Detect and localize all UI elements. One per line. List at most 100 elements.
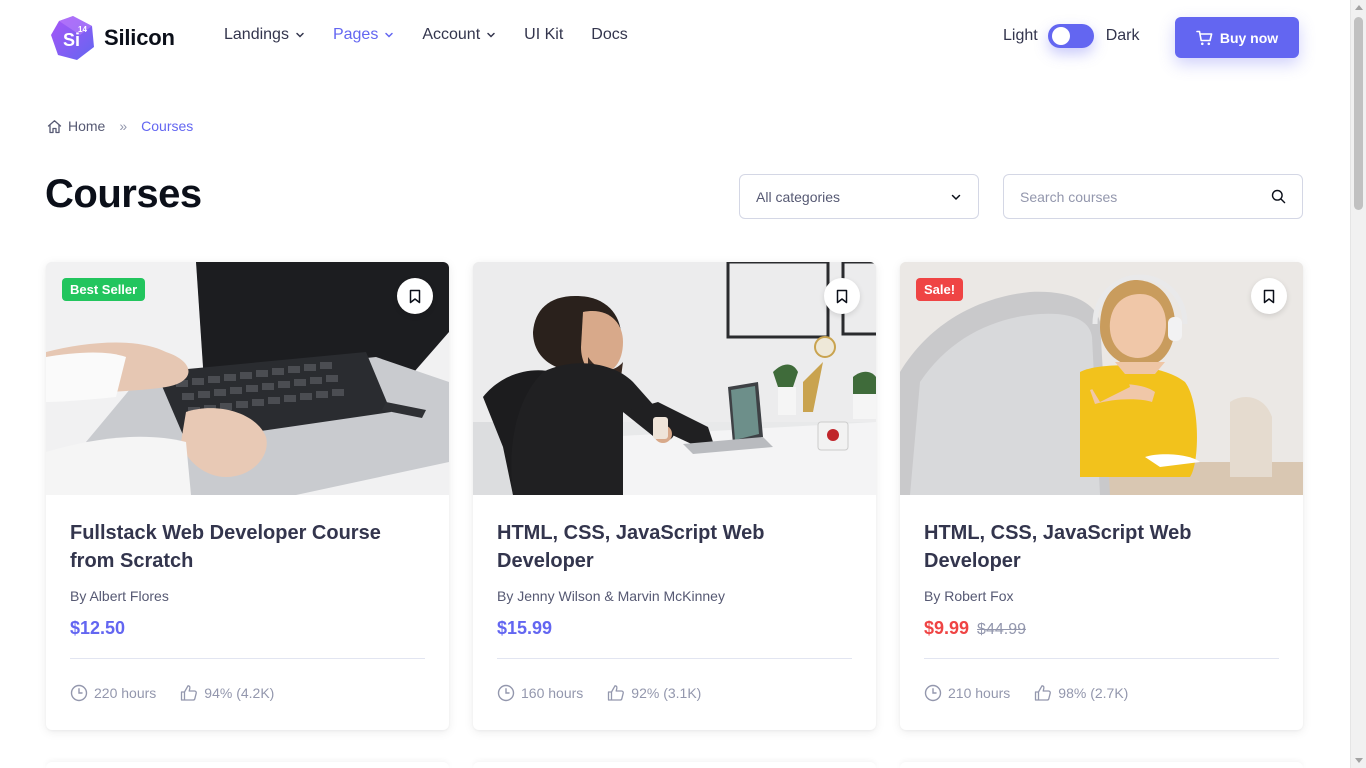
clock-icon bbox=[497, 684, 515, 702]
chevron-down-icon bbox=[951, 194, 961, 200]
sale-badge: Sale! bbox=[916, 278, 964, 301]
course-title[interactable]: HTML, CSS, JavaScript Web Developer bbox=[497, 519, 852, 575]
buy-now-button[interactable]: Buy now bbox=[1175, 17, 1299, 58]
course-hours: 220 hours bbox=[94, 685, 157, 701]
category-select-value: All categories bbox=[756, 188, 841, 205]
course-author: By Albert Flores bbox=[70, 588, 169, 604]
theme-toggle[interactable] bbox=[1047, 24, 1094, 48]
breadcrumb-home-label: Home bbox=[68, 118, 106, 134]
page-scrollbar[interactable] bbox=[1350, 0, 1366, 768]
course-rating-value: 94% (4.2K) bbox=[204, 685, 275, 701]
course-meta: 160 hours 92% (3.1K) bbox=[497, 684, 725, 702]
home-icon bbox=[47, 119, 62, 133]
bookmark-button[interactable] bbox=[824, 278, 860, 314]
bookmark-button[interactable] bbox=[1251, 278, 1287, 314]
theme-light-label: Light bbox=[1003, 27, 1038, 44]
course-card-body: Fullstack Web Developer Course from Scra… bbox=[46, 495, 449, 639]
course-image[interactable]: Best Seller bbox=[46, 262, 449, 495]
nav-item-ui-kit[interactable]: UI Kit bbox=[524, 26, 563, 44]
nav-item-label: Landings bbox=[224, 26, 289, 43]
course-card[interactable]: Sale! HTML, CSS, JavaScript Web Develope… bbox=[900, 262, 1303, 730]
theme-switcher: Light Dark bbox=[1003, 24, 1139, 48]
thumbs-up-icon bbox=[1035, 685, 1052, 701]
brand-name: Silicon bbox=[104, 25, 175, 50]
thumbs-up-icon bbox=[608, 685, 625, 701]
course-author: By Jenny Wilson & Marvin McKinney bbox=[497, 588, 725, 604]
search-input[interactable] bbox=[1020, 188, 1271, 205]
course-hours: 210 hours bbox=[948, 685, 1011, 701]
thumbs-up-icon bbox=[181, 685, 198, 701]
course-card-body: HTML, CSS, JavaScript Web Developer By R… bbox=[900, 495, 1303, 639]
category-select[interactable]: All categories bbox=[739, 174, 979, 219]
course-rating: 98% (2.7K) bbox=[1034, 684, 1128, 702]
course-card-next-row bbox=[473, 762, 876, 768]
search-icon[interactable] bbox=[1271, 189, 1286, 204]
nav-item-pages[interactable]: Pages bbox=[333, 26, 394, 44]
course-image[interactable] bbox=[473, 262, 876, 495]
chevron-down-icon bbox=[296, 32, 304, 38]
course-price: $15.99 bbox=[497, 618, 852, 639]
course-hours: 160 hours bbox=[521, 685, 584, 701]
breadcrumb-separator: » bbox=[119, 118, 128, 134]
nav-item-label: Pages bbox=[332, 26, 379, 43]
page-title: Courses bbox=[45, 172, 202, 216]
course-card-next-row bbox=[900, 762, 1303, 768]
logo-mark-icon: Si 14 bbox=[50, 15, 96, 61]
bookmark-icon bbox=[409, 289, 421, 303]
bookmark-button[interactable] bbox=[397, 278, 433, 314]
toggle-knob bbox=[1051, 27, 1070, 45]
course-card[interactable]: HTML, CSS, JavaScript Web Developer By J… bbox=[473, 262, 876, 730]
course-price: $9.99 $44.99 bbox=[924, 618, 1279, 639]
theme-dark-label: Dark bbox=[1105, 27, 1140, 44]
best-seller-badge: Best Seller bbox=[62, 278, 146, 301]
course-current-price: $9.99 bbox=[924, 618, 970, 638]
svg-text:14: 14 bbox=[78, 25, 87, 34]
buy-now-label: Buy now bbox=[1219, 29, 1279, 46]
breadcrumb-current: Courses bbox=[141, 118, 194, 134]
course-current-price: $15.99 bbox=[497, 618, 553, 638]
card-divider bbox=[497, 658, 852, 659]
brand-logo[interactable]: Si 14 Silicon bbox=[50, 15, 175, 61]
breadcrumb-home[interactable]: Home bbox=[47, 118, 105, 134]
course-rating: 92% (3.1K) bbox=[607, 684, 701, 702]
course-card-next-row bbox=[46, 762, 449, 768]
course-meta: 210 hours 98% (2.7K) bbox=[924, 684, 1152, 702]
course-author: By Robert Fox bbox=[924, 588, 1014, 604]
nav-item-label: Account bbox=[422, 26, 481, 43]
course-title[interactable]: HTML, CSS, JavaScript Web Developer bbox=[924, 519, 1279, 575]
course-duration: 210 hours bbox=[924, 684, 1010, 702]
course-rating-value: 92% (3.1K) bbox=[631, 685, 702, 701]
navbar: Si 14 Silicon Landings Pages Account UI … bbox=[0, 0, 1350, 76]
cart-icon bbox=[1196, 30, 1213, 45]
breadcrumb: Home » Courses bbox=[47, 118, 193, 134]
chevron-down-icon bbox=[385, 32, 394, 38]
nav-item-label: UI Kit bbox=[524, 26, 564, 43]
chevron-down-icon bbox=[487, 32, 495, 38]
course-duration: 220 hours bbox=[70, 684, 156, 702]
course-rating: 94% (4.2K) bbox=[180, 684, 274, 702]
clock-icon bbox=[924, 684, 942, 702]
scroll-up-arrow-icon[interactable] bbox=[1355, 5, 1363, 10]
scroll-down-arrow-icon[interactable] bbox=[1355, 758, 1363, 763]
course-grid: Best Seller Fullstack Web Developer Cour… bbox=[46, 262, 1303, 730]
course-old-price: $44.99 bbox=[977, 621, 1026, 638]
nav-item-landings[interactable]: Landings bbox=[224, 26, 305, 44]
course-meta: 220 hours 94% (4.2K) bbox=[70, 684, 298, 702]
card-divider bbox=[924, 658, 1279, 659]
course-title[interactable]: Fullstack Web Developer Course from Scra… bbox=[70, 519, 425, 575]
course-rating-value: 98% (2.7K) bbox=[1058, 685, 1129, 701]
nav-item-account[interactable]: Account bbox=[422, 26, 496, 44]
nav-item-docs[interactable]: Docs bbox=[591, 26, 627, 44]
bookmark-icon bbox=[1263, 289, 1275, 303]
main-nav: Landings Pages Account UI Kit Docs bbox=[224, 26, 656, 44]
course-card[interactable]: Best Seller Fullstack Web Developer Cour… bbox=[46, 262, 449, 730]
card-divider bbox=[70, 658, 425, 659]
search-box bbox=[1003, 174, 1303, 219]
nav-item-label: Docs bbox=[591, 26, 628, 43]
course-current-price: $12.50 bbox=[70, 618, 126, 638]
scrollbar-thumb[interactable] bbox=[1354, 17, 1363, 210]
course-card-body: HTML, CSS, JavaScript Web Developer By J… bbox=[473, 495, 876, 639]
clock-icon bbox=[70, 684, 88, 702]
bookmark-icon bbox=[836, 289, 848, 303]
course-image[interactable]: Sale! bbox=[900, 262, 1303, 495]
